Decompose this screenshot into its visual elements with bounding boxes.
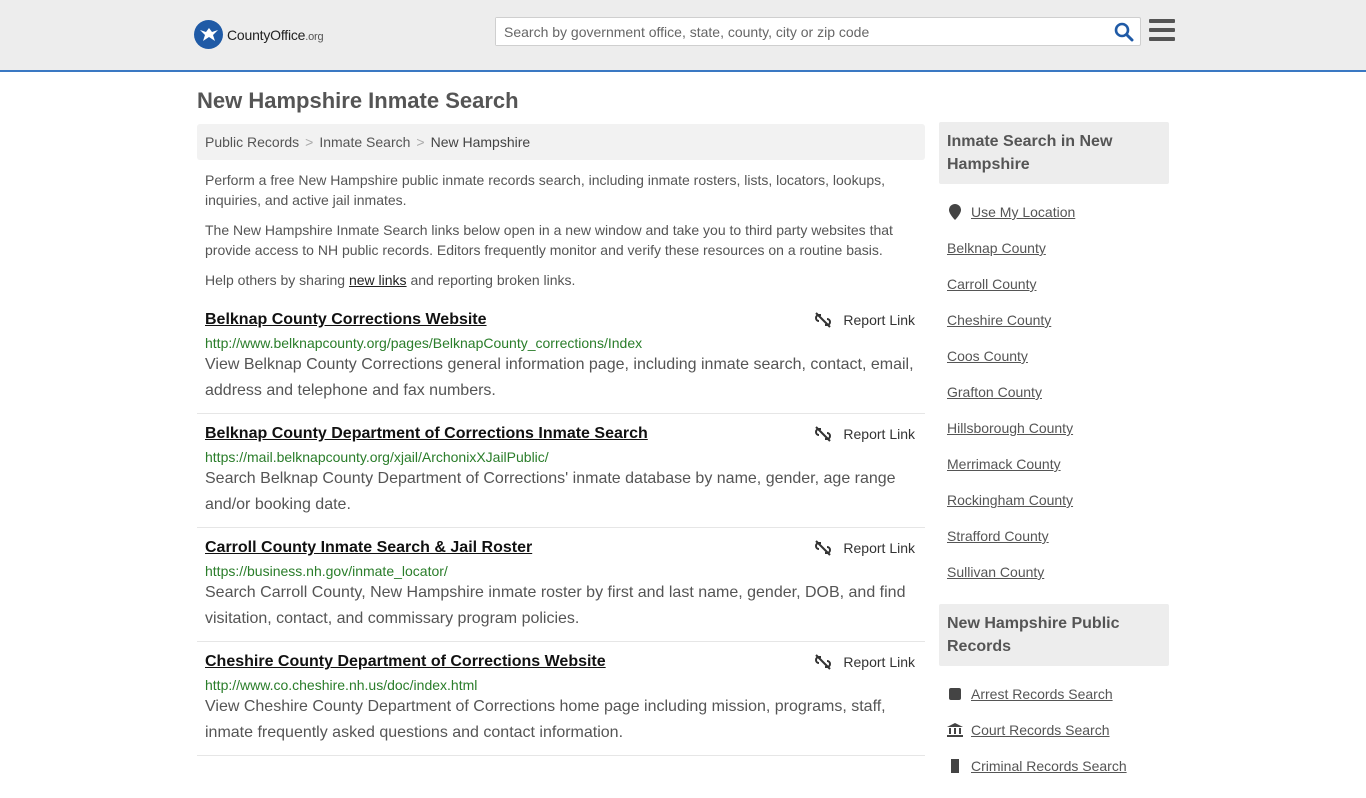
records-item: Criminal Records Search [947,748,1161,784]
report-link-button[interactable]: Report Link [815,654,915,670]
county-item: Hillsborough County [947,410,1161,446]
court-records-link[interactable]: Court Records Search [971,722,1110,738]
report-link-label: Report Link [843,654,915,670]
result-url: http://www.co.cheshire.nh.us/doc/index.h… [205,677,478,693]
map-pin-icon [947,204,963,220]
result-url: http://www.belknapcounty.org/pages/Belkn… [205,335,643,351]
breadcrumb-public-records[interactable]: Public Records [205,134,299,150]
county-link[interactable]: Strafford County [947,528,1049,544]
criminal-records-link[interactable]: Criminal Records Search [971,758,1127,774]
result-description: Search Carroll County, New Hampshire inm… [205,584,906,627]
result-title-link[interactable]: Carroll County Inmate Search & Jail Rost… [205,538,532,558]
share-paragraph: Help others by sharing new links and rep… [197,270,925,290]
records-list: Arrest Records Search Court Records Sear… [939,666,1169,798]
county-link[interactable]: Carroll County [947,276,1036,292]
use-my-location-link[interactable]: Use My Location [971,204,1075,220]
breadcrumb-separator: > [305,134,314,150]
county-item: Carroll County [947,266,1161,302]
breadcrumb-separator: > [416,134,425,150]
broken-link-icon [815,426,832,442]
records-item: Court Records Search [947,712,1161,748]
result-item: Belknap County Department of Corrections… [197,414,925,528]
result-url: https://mail.belknapcounty.org/xjail/Arc… [205,449,549,465]
broken-link-icon [815,654,832,670]
result-title-link[interactable]: Cheshire County Department of Correction… [205,652,606,672]
result-item: Carroll County Inmate Search & Jail Rost… [197,528,925,642]
sidebar-heading-public-records: New Hampshire Public Records [939,604,1169,666]
intro: Perform a free New Hampshire public inma… [197,170,925,290]
county-link[interactable]: Sullivan County [947,564,1044,580]
breadcrumb-inmate-search[interactable]: Inmate Search [319,134,410,150]
main-content: Perform a free New Hampshire public inma… [197,170,925,756]
share-text: Help others by sharing [205,272,349,288]
menu-bar [1149,28,1175,32]
logo-ext: .org [305,30,324,43]
hamburger-menu-icon[interactable] [1149,19,1175,41]
intro-paragraph: Perform a free New Hampshire public inma… [205,172,886,208]
logo-brand: CountyOffice [227,26,306,43]
result-description: View Belknap County Corrections general … [205,356,914,399]
result-title-link[interactable]: Belknap County Corrections Website [205,310,487,330]
county-link[interactable]: Hillsborough County [947,420,1073,436]
new-links-link[interactable]: new links [349,272,407,288]
breadcrumb: Public Records > Inmate Search > New Hampshi… [197,124,925,160]
arrest-records-link[interactable]: Arrest Records Search [971,686,1113,702]
arrest-records-icon [947,687,963,701]
logo-wordmark: CountyOffice.org [227,26,324,43]
share-text: and reporting broken links. [406,272,576,288]
site-header: CountyOffice.org [0,0,1366,72]
result-title-link[interactable]: Belknap County Department of Corrections… [205,424,648,444]
site-logo[interactable]: CountyOffice.org [194,20,324,49]
courthouse-icon [947,723,963,737]
sidebar: Inmate Search in New Hampshire Use My Lo… [939,122,1169,798]
result-item: Belknap County Corrections Website Repor… [197,300,925,414]
county-item: Rockingham County [947,482,1161,518]
criminal-records-icon [947,759,963,773]
menu-bar [1149,19,1175,23]
records-item: Arrest Records Search [947,676,1161,712]
county-link[interactable]: Merrimack County [947,456,1061,472]
county-link[interactable]: Coos County [947,348,1028,364]
eagle-logo-icon [194,20,223,49]
sidebar-heading-inmate-search: Inmate Search in New Hampshire [939,122,1169,184]
menu-bar [1149,37,1175,41]
report-link-label: Report Link [843,312,915,328]
county-item: Coos County [947,338,1161,374]
page-title: New Hampshire Inmate Search [197,88,519,113]
county-item: Belknap County [947,230,1161,266]
search-box [495,17,1141,46]
county-link[interactable]: Belknap County [947,240,1046,256]
county-item: Strafford County [947,518,1161,554]
report-link-button[interactable]: Report Link [815,312,915,328]
county-item: Grafton County [947,374,1161,410]
broken-link-icon [815,312,832,328]
result-url: https://business.nh.gov/inmate_locator/ [205,563,448,579]
search-input[interactable] [496,18,1096,45]
report-link-button[interactable]: Report Link [815,540,915,556]
report-link-label: Report Link [843,426,915,442]
county-item: Cheshire County [947,302,1161,338]
report-link-label: Report Link [843,540,915,556]
result-description: View Cheshire County Department of Corre… [205,698,886,741]
broken-link-icon [815,540,832,556]
county-link[interactable]: Rockingham County [947,492,1073,508]
breadcrumb-current: New Hampshire [430,134,531,150]
county-item: Sullivan County [947,554,1161,590]
result-item: Cheshire County Department of Correction… [197,642,925,756]
search-icon[interactable] [1114,22,1134,42]
county-list: Use My Location Belknap County Carroll C… [939,184,1169,604]
use-location-item: Use My Location [947,194,1161,230]
county-link[interactable]: Grafton County [947,384,1042,400]
county-item: Merrimack County [947,446,1161,482]
result-description: Search Belknap County Department of Corr… [205,470,896,513]
county-link[interactable]: Cheshire County [947,312,1051,328]
report-link-button[interactable]: Report Link [815,426,915,442]
intro-paragraph: The New Hampshire Inmate Search links be… [205,222,893,258]
